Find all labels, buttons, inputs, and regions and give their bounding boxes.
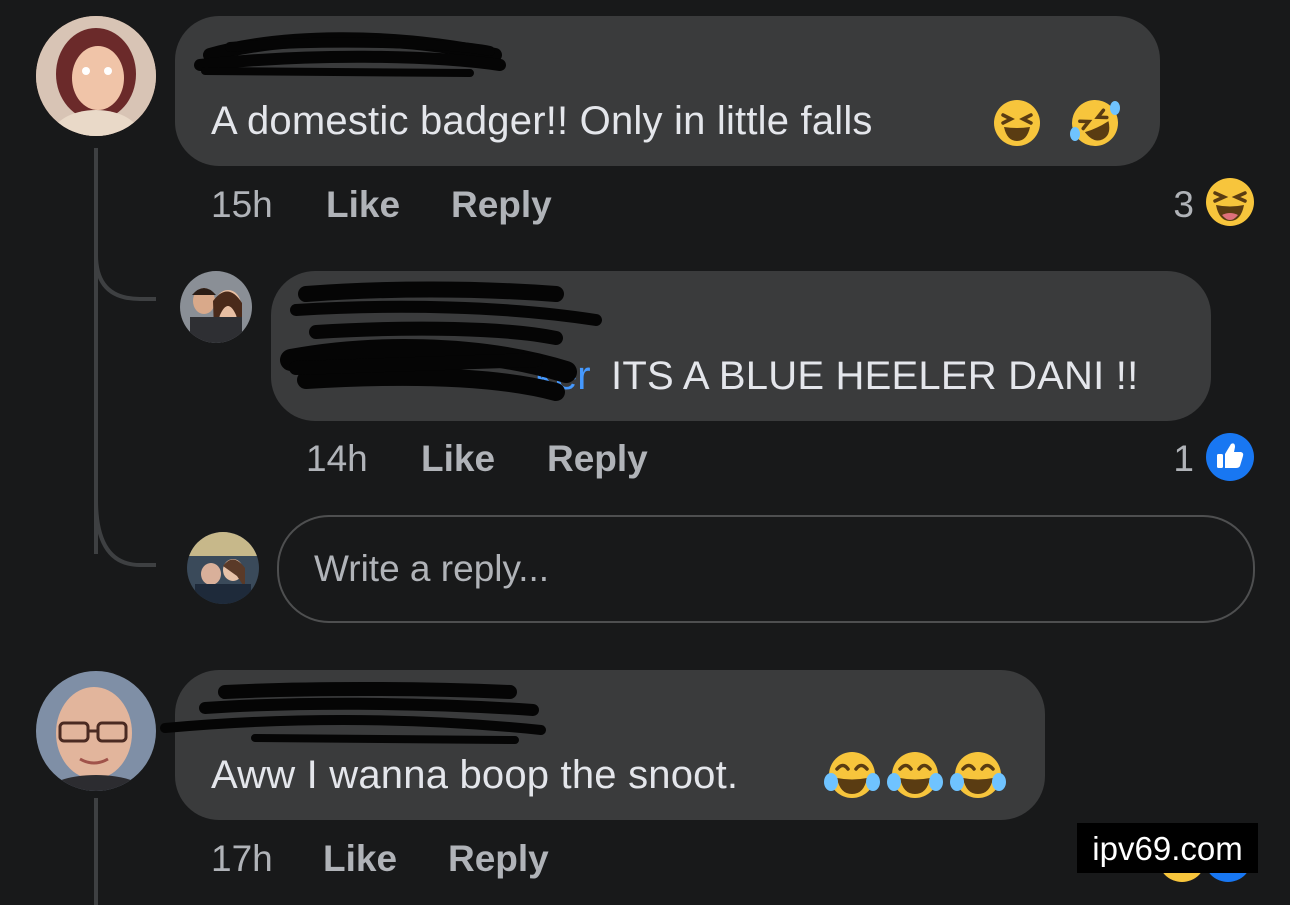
reaction-count[interactable]: 1 [1150, 438, 1194, 480]
like-button[interactable]: Like [326, 184, 400, 226]
reply-button[interactable]: Reply [547, 438, 648, 480]
avatar[interactable] [36, 16, 156, 136]
thread-branch-1 [94, 255, 156, 301]
comment-text: ITS A BLUE HEELER DANI !! [611, 354, 1139, 398]
laughing-squint-emoji[interactable] [1204, 177, 1256, 227]
redacted-author-and-mention [280, 281, 602, 401]
reply-button[interactable]: Reply [451, 184, 552, 226]
comment-time[interactable]: 17h [211, 838, 273, 880]
avatar[interactable] [180, 271, 252, 343]
comment-text: A domestic badger!! Only in little falls [211, 99, 873, 143]
reply-input-placeholder: Write a reply... [314, 548, 550, 589]
thread-line-1 [94, 148, 98, 554]
rofl-emoji [1070, 100, 1120, 146]
watermark-text: ipv69.com [1092, 830, 1243, 867]
redacted-author-name [160, 682, 546, 744]
comment-time[interactable]: 15h [211, 184, 273, 226]
tears-of-joy-emoji [824, 752, 880, 798]
redacted-author-name [194, 32, 506, 77]
laughing-squint-emoji [994, 100, 1040, 146]
like-button[interactable]: Like [323, 838, 397, 880]
comment-time[interactable]: 14h [306, 438, 368, 480]
tears-of-joy-emoji [887, 752, 943, 798]
thread-line-3 [94, 798, 98, 905]
reply-button[interactable]: Reply [448, 838, 549, 880]
reaction-count[interactable]: 3 [1150, 184, 1194, 226]
like-thumb-icon[interactable] [1205, 432, 1255, 482]
tears-of-joy-emoji [950, 752, 1006, 798]
comment-text: Aww I wanna boop the snoot. [211, 753, 739, 797]
thread-branch-2 [94, 500, 156, 567]
current-user-avatar [187, 532, 259, 604]
avatar[interactable] [36, 671, 156, 791]
like-button[interactable]: Like [421, 438, 495, 480]
